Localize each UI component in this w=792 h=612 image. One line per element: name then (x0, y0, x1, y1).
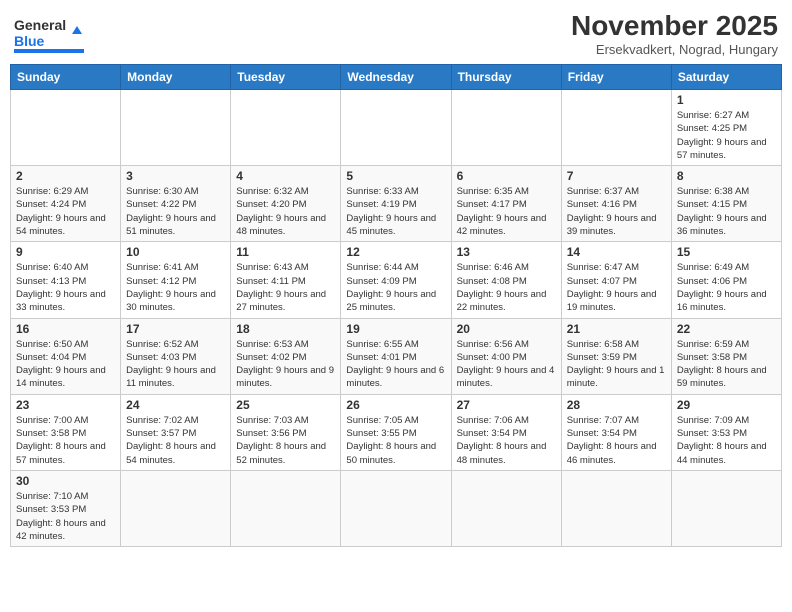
title-block: November 2025 Ersekvadkert, Nograd, Hung… (571, 10, 778, 57)
page-header: General Blue November 2025 Ersekvadkert,… (10, 10, 782, 58)
day-2: 2 Sunrise: 6:29 AM Sunset: 4:24 PM Dayli… (11, 166, 121, 242)
day-28: 28 Sunrise: 7:07 AM Sunset: 3:54 PM Dayl… (561, 394, 671, 470)
day-8: 8 Sunrise: 6:38 AM Sunset: 4:15 PM Dayli… (671, 166, 781, 242)
empty-cell (451, 470, 561, 546)
empty-cell (231, 90, 341, 166)
day-14: 14 Sunrise: 6:47 AM Sunset: 4:07 PM Dayl… (561, 242, 671, 318)
empty-cell (561, 90, 671, 166)
day-1: 1 Sunrise: 6:27 AM Sunset: 4:25 PM Dayli… (671, 90, 781, 166)
calendar-table: Sunday Monday Tuesday Wednesday Thursday… (10, 64, 782, 547)
week-row-2: 2 Sunrise: 6:29 AM Sunset: 4:24 PM Dayli… (11, 166, 782, 242)
empty-cell (11, 90, 121, 166)
day-3: 3 Sunrise: 6:30 AM Sunset: 4:22 PM Dayli… (121, 166, 231, 242)
day-info-1: Sunrise: 6:27 AM Sunset: 4:25 PM Dayligh… (677, 109, 776, 162)
day-27: 27 Sunrise: 7:06 AM Sunset: 3:54 PM Dayl… (451, 394, 561, 470)
header-saturday: Saturday (671, 65, 781, 90)
week-row-3: 9 Sunrise: 6:40 AM Sunset: 4:13 PM Dayli… (11, 242, 782, 318)
day-19: 19 Sunrise: 6:55 AM Sunset: 4:01 PM Dayl… (341, 318, 451, 394)
day-number-1: 1 (677, 93, 776, 107)
header-wednesday: Wednesday (341, 65, 451, 90)
empty-cell (561, 470, 671, 546)
svg-text:General: General (14, 17, 66, 33)
week-row-1: 1 Sunrise: 6:27 AM Sunset: 4:25 PM Dayli… (11, 90, 782, 166)
day-12: 12 Sunrise: 6:44 AM Sunset: 4:09 PM Dayl… (341, 242, 451, 318)
location-subtitle: Ersekvadkert, Nograd, Hungary (571, 42, 778, 57)
header-thursday: Thursday (451, 65, 561, 90)
day-16: 16 Sunrise: 6:50 AM Sunset: 4:04 PM Dayl… (11, 318, 121, 394)
header-monday: Monday (121, 65, 231, 90)
day-5: 5 Sunrise: 6:33 AM Sunset: 4:19 PM Dayli… (341, 166, 451, 242)
empty-cell (451, 90, 561, 166)
day-26: 26 Sunrise: 7:05 AM Sunset: 3:55 PM Dayl… (341, 394, 451, 470)
day-22: 22 Sunrise: 6:59 AM Sunset: 3:58 PM Dayl… (671, 318, 781, 394)
day-6: 6 Sunrise: 6:35 AM Sunset: 4:17 PM Dayli… (451, 166, 561, 242)
day-7: 7 Sunrise: 6:37 AM Sunset: 4:16 PM Dayli… (561, 166, 671, 242)
day-4: 4 Sunrise: 6:32 AM Sunset: 4:20 PM Dayli… (231, 166, 341, 242)
day-20: 20 Sunrise: 6:56 AM Sunset: 4:00 PM Dayl… (451, 318, 561, 394)
day-21: 21 Sunrise: 6:58 AM Sunset: 3:59 PM Dayl… (561, 318, 671, 394)
week-row-6: 30 Sunrise: 7:10 AM Sunset: 3:53 PM Dayl… (11, 470, 782, 546)
day-25: 25 Sunrise: 7:03 AM Sunset: 3:56 PM Dayl… (231, 394, 341, 470)
day-24: 24 Sunrise: 7:02 AM Sunset: 3:57 PM Dayl… (121, 394, 231, 470)
empty-cell (341, 470, 451, 546)
day-15: 15 Sunrise: 6:49 AM Sunset: 4:06 PM Dayl… (671, 242, 781, 318)
day-29: 29 Sunrise: 7:09 AM Sunset: 3:53 PM Dayl… (671, 394, 781, 470)
logo-svg: General Blue (14, 10, 94, 58)
svg-text:Blue: Blue (14, 33, 45, 49)
logo: General Blue (14, 10, 94, 58)
week-row-4: 16 Sunrise: 6:50 AM Sunset: 4:04 PM Dayl… (11, 318, 782, 394)
header-sunday: Sunday (11, 65, 121, 90)
day-23: 23 Sunrise: 7:00 AM Sunset: 3:58 PM Dayl… (11, 394, 121, 470)
day-11: 11 Sunrise: 6:43 AM Sunset: 4:11 PM Dayl… (231, 242, 341, 318)
day-10: 10 Sunrise: 6:41 AM Sunset: 4:12 PM Dayl… (121, 242, 231, 318)
day-30: 30 Sunrise: 7:10 AM Sunset: 3:53 PM Dayl… (11, 470, 121, 546)
week-row-5: 23 Sunrise: 7:00 AM Sunset: 3:58 PM Dayl… (11, 394, 782, 470)
header-tuesday: Tuesday (231, 65, 341, 90)
day-18: 18 Sunrise: 6:53 AM Sunset: 4:02 PM Dayl… (231, 318, 341, 394)
empty-cell (671, 470, 781, 546)
empty-cell (231, 470, 341, 546)
header-friday: Friday (561, 65, 671, 90)
day-9: 9 Sunrise: 6:40 AM Sunset: 4:13 PM Dayli… (11, 242, 121, 318)
empty-cell (341, 90, 451, 166)
empty-cell (121, 90, 231, 166)
month-title: November 2025 (571, 10, 778, 42)
day-13: 13 Sunrise: 6:46 AM Sunset: 4:08 PM Dayl… (451, 242, 561, 318)
day-17: 17 Sunrise: 6:52 AM Sunset: 4:03 PM Dayl… (121, 318, 231, 394)
empty-cell (121, 470, 231, 546)
weekday-header-row: Sunday Monday Tuesday Wednesday Thursday… (11, 65, 782, 90)
